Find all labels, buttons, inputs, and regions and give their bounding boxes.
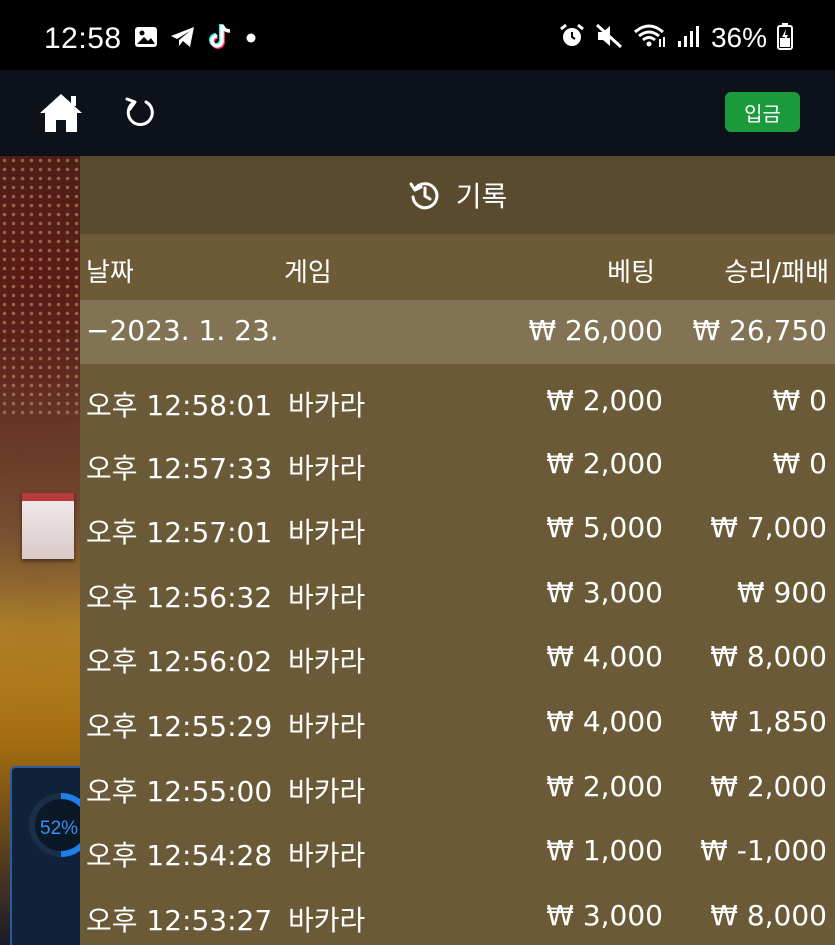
row-bet: ₩ 4,000 xyxy=(546,640,663,674)
percent-label: 52% xyxy=(40,818,79,839)
wifi-icon xyxy=(633,23,667,53)
column-bet: 베팅 xyxy=(607,258,655,288)
row-bet: ₩ 5,000 xyxy=(546,511,663,545)
row-game: 바카라 xyxy=(288,839,366,873)
history-row[interactable]: 오후 12:55:00 바카라 ₩ 2,000 ₩ 2,000 xyxy=(80,752,835,817)
row-time: 오후 12:56:02 xyxy=(86,645,273,679)
home-button[interactable] xyxy=(38,92,84,134)
column-date: 날짜 xyxy=(86,258,134,288)
telegram-icon xyxy=(170,25,196,53)
battery-percent: 36% xyxy=(710,22,767,53)
row-game: 바카라 xyxy=(288,451,366,485)
history-row[interactable]: 오후 12:56:32 바카라 ₩ 3,000 ₩ 900 xyxy=(80,558,835,623)
history-row[interactable]: 오후 12:57:33 바카라 ₩ 2,000 ₩ 0 xyxy=(80,429,835,494)
row-game: 바카라 xyxy=(288,580,366,614)
refresh-button[interactable] xyxy=(122,94,156,132)
row-result: ₩ 8,000 xyxy=(710,640,827,674)
screen: 12:58 36% 입금 52% 기록 날짜 게임 베팅 승리/패배 −2023… xyxy=(0,0,835,945)
home-icon xyxy=(40,94,82,132)
status-bar: 12:58 36% xyxy=(0,0,835,70)
row-result: ₩ 2,000 xyxy=(710,769,827,803)
row-result: ₩ 7,000 xyxy=(710,511,827,545)
stat-panel: 52% xyxy=(10,766,93,945)
row-time: 오후 12:55:00 xyxy=(86,774,273,808)
row-bet: ₩ 2,000 xyxy=(546,769,663,803)
row-bet: ₩ 2,000 xyxy=(546,384,663,417)
row-time: 오후 12:53:27 xyxy=(86,903,273,937)
history-row[interactable]: 오후 12:54:28 바카라 ₩ 1,000 ₩ -1,000 xyxy=(80,816,835,881)
alarm-icon xyxy=(559,23,585,53)
row-game: 바카라 xyxy=(288,645,366,679)
status-left: 12:58 xyxy=(44,22,258,56)
summary-bet: ₩ 26,000 xyxy=(528,314,663,347)
dot-icon xyxy=(244,30,258,49)
summary-date: −2023. 1. 23. xyxy=(86,314,279,347)
row-result: ₩ 8,000 xyxy=(710,898,827,932)
row-time: 오후 12:58:01 xyxy=(86,389,273,422)
row-game: 바카라 xyxy=(288,389,366,422)
mute-icon xyxy=(595,23,623,53)
decorative-lights xyxy=(0,156,80,416)
status-right: 36% xyxy=(559,22,793,54)
column-result: 승리/패배 xyxy=(724,258,829,288)
column-headers: 날짜 게임 베팅 승리/패배 xyxy=(80,234,835,300)
battery-icon xyxy=(777,22,793,54)
row-time: 오후 12:57:01 xyxy=(86,516,273,550)
column-game: 게임 xyxy=(284,258,332,288)
row-time: 오후 12:57:33 xyxy=(86,451,273,485)
summary-result: ₩ 26,750 xyxy=(692,314,827,347)
history-header: 기록 xyxy=(80,156,835,234)
row-bet: ₩ 1,000 xyxy=(546,834,663,868)
history-rows: 오후 12:58:01 바카라 ₩ 2,000 ₩ 0 오후 12:57:33 … xyxy=(80,364,835,945)
row-bet: ₩ 3,000 xyxy=(546,575,663,609)
date-summary-row[interactable]: −2023. 1. 23. ₩ 26,000 ₩ 26,750 xyxy=(80,300,835,364)
row-game: 바카라 xyxy=(288,516,366,550)
row-time: 오후 12:54:28 xyxy=(86,839,273,873)
refresh-icon xyxy=(125,97,154,127)
history-row[interactable]: 오후 12:56:02 바카라 ₩ 4,000 ₩ 8,000 xyxy=(80,622,835,687)
gallery-icon xyxy=(134,25,158,53)
history-title: 기록 xyxy=(455,180,508,213)
app-bar: 입금 xyxy=(0,70,835,156)
history-row[interactable]: 오후 12:53:27 바카라 ₩ 3,000 ₩ 8,000 xyxy=(80,881,835,945)
status-time: 12:58 xyxy=(44,22,122,55)
history-row[interactable]: 오후 12:55:29 바카라 ₩ 4,000 ₩ 1,850 xyxy=(80,687,835,752)
history-icon xyxy=(409,182,439,210)
history-row[interactable]: 오후 12:57:01 바카라 ₩ 5,000 ₩ 7,000 xyxy=(80,493,835,558)
row-result: ₩ 900 xyxy=(736,575,827,609)
game-background: 52% xyxy=(0,156,93,945)
card-shoe xyxy=(22,493,74,559)
history-panel: 기록 날짜 게임 베팅 승리/패배 −2023. 1. 23. ₩ 26,000… xyxy=(80,156,835,945)
history-row[interactable]: 오후 12:58:01 바카라 ₩ 2,000 ₩ 0 xyxy=(80,364,835,429)
row-result: ₩ 1,850 xyxy=(710,704,827,738)
row-game: 바카라 xyxy=(288,774,366,808)
row-game: 바카라 xyxy=(288,903,366,937)
row-game: 바카라 xyxy=(288,709,366,743)
row-bet: ₩ 2,000 xyxy=(546,446,663,480)
tiktok-icon xyxy=(208,23,232,55)
row-time: 오후 12:56:32 xyxy=(86,580,273,614)
row-time: 오후 12:55:29 xyxy=(86,709,273,743)
row-result: ₩ 0 xyxy=(772,384,827,417)
row-bet: ₩ 4,000 xyxy=(546,704,663,738)
deposit-button[interactable]: 입금 xyxy=(725,92,800,132)
signal-icon xyxy=(677,24,701,52)
row-result: ₩ -1,000 xyxy=(700,834,827,868)
row-bet: ₩ 3,000 xyxy=(546,898,663,932)
row-result: ₩ 0 xyxy=(772,446,827,480)
